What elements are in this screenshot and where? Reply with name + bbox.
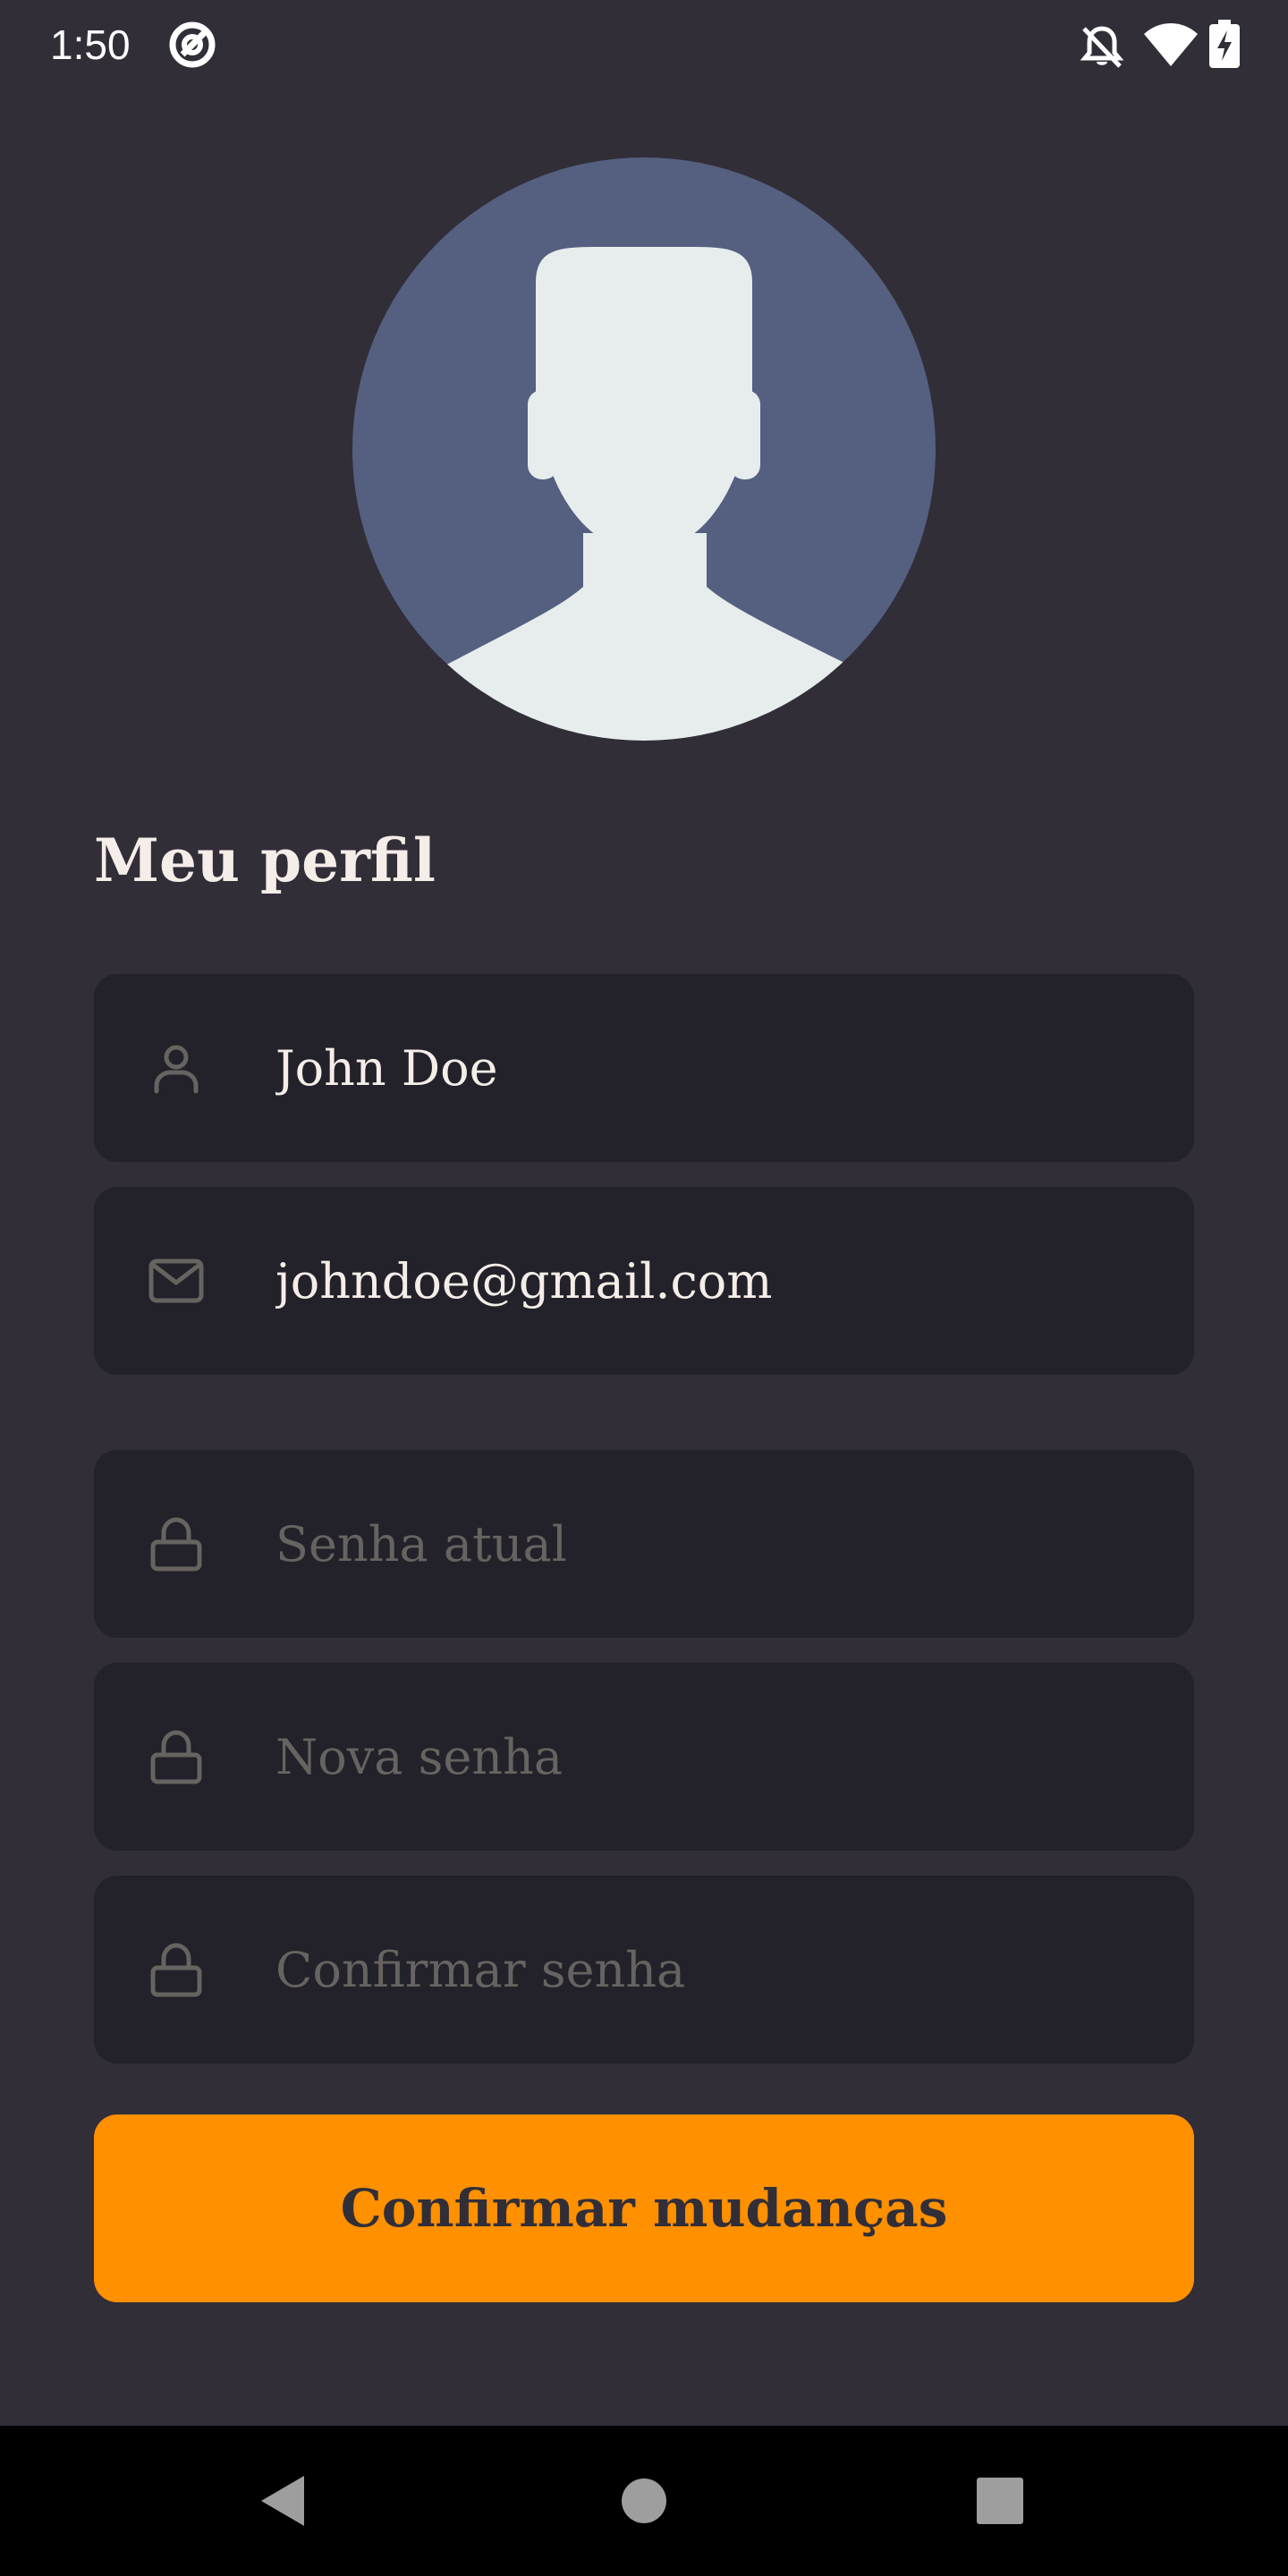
confirm-password-field[interactable] (94, 1876, 1194, 2063)
email-field[interactable] (94, 1187, 1194, 1375)
confirm-changes-button[interactable]: Confirmar mudanças (94, 2114, 1194, 2302)
name-input[interactable] (275, 974, 1152, 1162)
back-icon[interactable] (258, 2472, 309, 2529)
recents-icon[interactable] (977, 2478, 1023, 2524)
name-field[interactable] (94, 974, 1194, 1162)
status-bar: 1:50 (0, 0, 1288, 89)
new-password-input[interactable] (275, 1663, 1152, 1851)
avatar[interactable] (352, 157, 936, 741)
mail-icon (148, 1258, 204, 1303)
confirm-password-input[interactable] (275, 1876, 1152, 2063)
current-password-field[interactable] (94, 1450, 1194, 1638)
lock-icon (150, 1730, 202, 1784)
page-title: Meu perfil (94, 826, 436, 895)
lock-icon (150, 1517, 202, 1572)
user-icon (154, 1045, 199, 1094)
app-notification-icon (169, 21, 216, 68)
current-password-input[interactable] (275, 1450, 1152, 1638)
email-input[interactable] (275, 1187, 1152, 1375)
status-time: 1:50 (50, 21, 131, 68)
notifications-off-icon (1080, 26, 1124, 68)
home-icon[interactable] (621, 2478, 667, 2524)
battery-charging-icon (1209, 20, 1240, 68)
lock-icon (150, 1943, 202, 1997)
new-password-field[interactable] (94, 1663, 1194, 1851)
wifi-icon (1144, 23, 1198, 66)
